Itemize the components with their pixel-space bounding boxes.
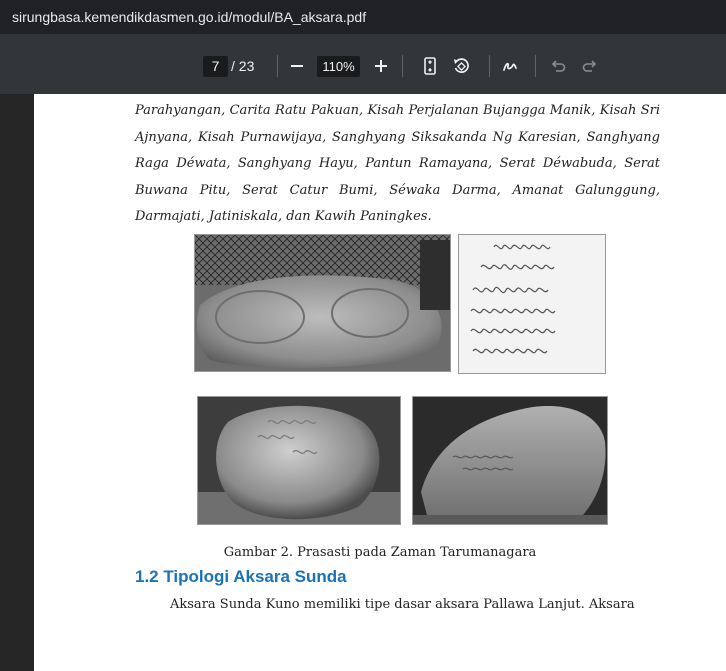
toolbar-divider	[535, 55, 536, 77]
inscription-photo-4	[412, 396, 608, 525]
rotate-button[interactable]	[449, 54, 473, 78]
fit-page-button[interactable]	[418, 54, 442, 78]
figure-caption: Gambar 2. Prasasti pada Zaman Tarumanaga…	[223, 545, 537, 560]
toolbar-divider	[489, 55, 490, 77]
zoom-in-button[interactable]	[369, 54, 393, 78]
draw-icon	[503, 62, 517, 71]
plus-icon	[375, 60, 387, 72]
redo-button[interactable]	[578, 54, 602, 78]
inscription-photo-1	[194, 234, 451, 372]
zoom-input[interactable]: 110%	[317, 56, 360, 77]
zoom-out-button[interactable]	[285, 54, 309, 78]
pdf-page: Parahyangan, Carita Ratu Pakuan, Kisah P…	[34, 94, 726, 671]
toolbar-divider	[277, 55, 278, 77]
rotate-icon	[454, 58, 469, 73]
undo-button[interactable]	[546, 54, 570, 78]
minus-icon	[291, 65, 303, 67]
sidebar-gutter	[0, 94, 34, 671]
pdf-toolbar: 7 / 23 110%	[0, 34, 726, 94]
fit-page-icon	[424, 57, 436, 75]
undo-icon	[551, 60, 566, 72]
url-bar[interactable]: sirungbasa.kemendikdasmen.go.id/modul/BA…	[0, 0, 726, 34]
page-total-label: / 23	[231, 58, 255, 74]
draw-button[interactable]	[498, 54, 522, 78]
body-text: Aksara Sunda Kuno memiliki tipe dasar ak…	[170, 597, 635, 612]
redo-icon	[582, 60, 597, 72]
inscription-drawing	[458, 234, 606, 374]
inscription-photo-3	[197, 396, 401, 525]
body-paragraph: Parahyangan, Carita Ratu Pakuan, Kisah P…	[135, 103, 660, 224]
page-number-input[interactable]: 7	[203, 56, 228, 77]
section-heading: 1.2 Tipologi Aksara Sunda	[135, 567, 347, 586]
toolbar-divider	[402, 55, 403, 77]
